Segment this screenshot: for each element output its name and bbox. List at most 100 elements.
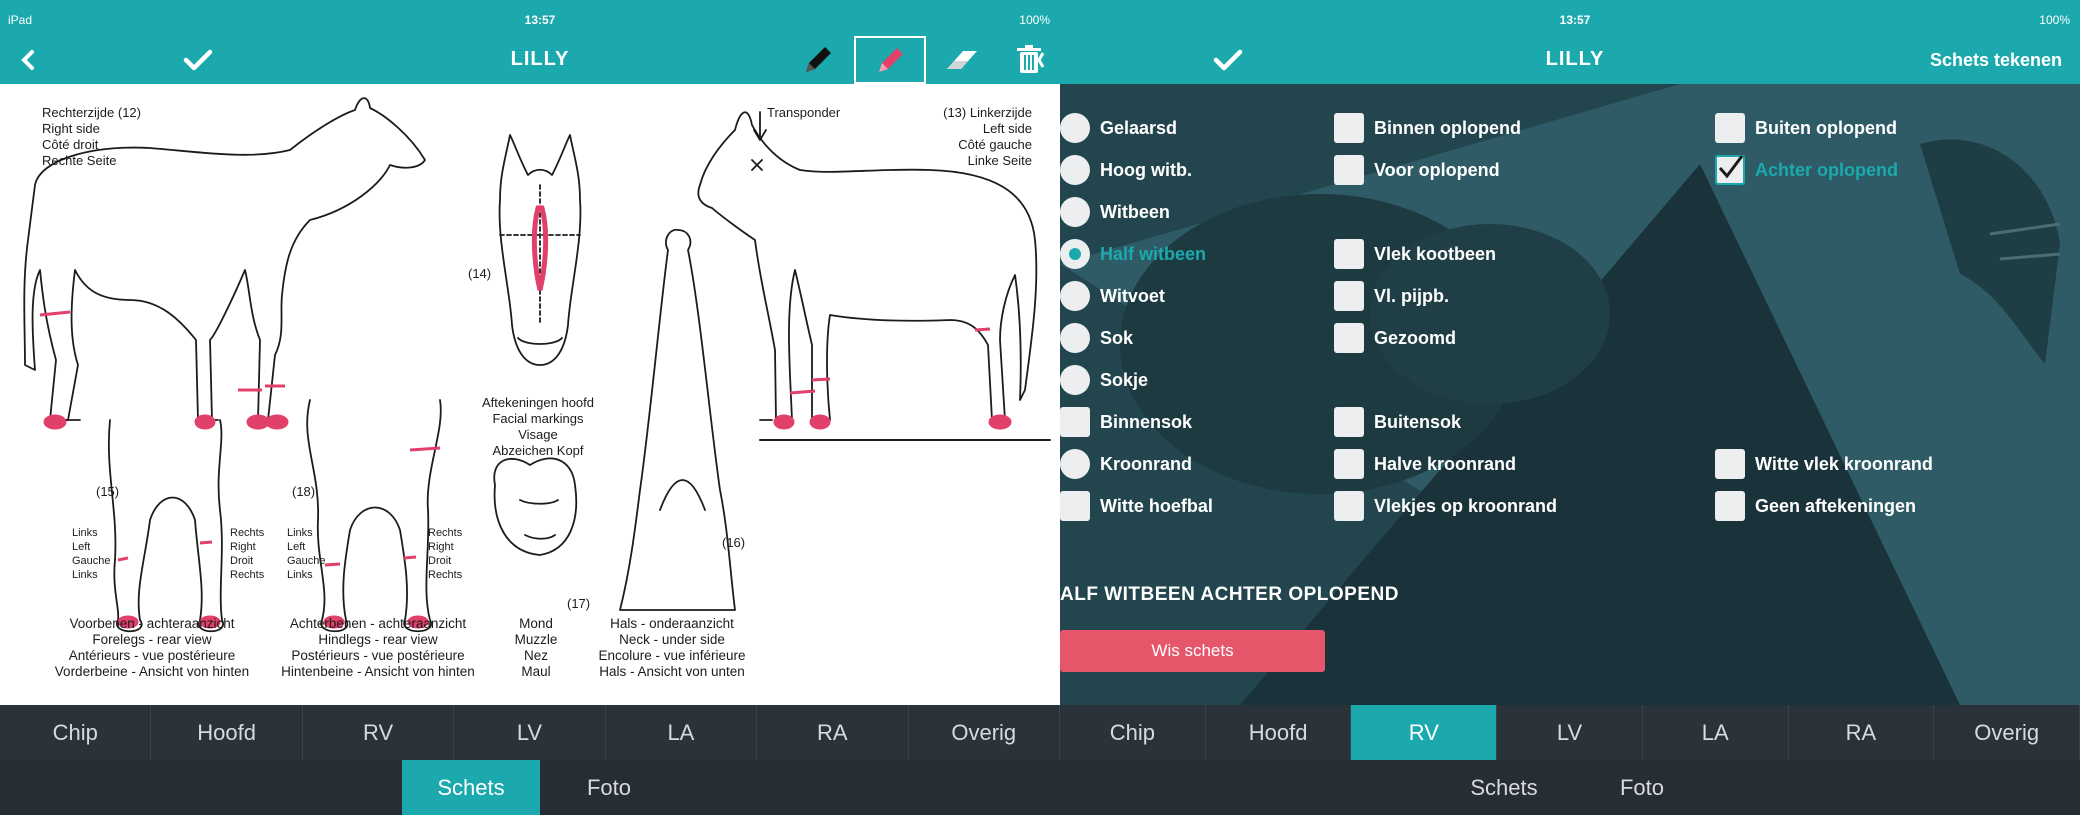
pen-icon	[806, 47, 831, 72]
page-title: LILLY	[510, 48, 570, 70]
svg-text:Rechts: Rechts	[428, 527, 463, 539]
back-button[interactable]	[10, 42, 46, 78]
checkbox[interactable]	[1334, 323, 1364, 353]
option-hoog-witb[interactable]: Hoog witb.	[1060, 152, 1192, 188]
delete-button[interactable]	[1000, 36, 1060, 84]
option-vlek-kootbeen[interactable]: Vlek kootbeen	[1334, 236, 1496, 272]
svg-text:Nez: Nez	[524, 648, 548, 663]
svg-text:Links: Links	[72, 527, 98, 539]
tab-chip[interactable]: Chip	[1060, 705, 1206, 760]
option-binnen-oplopend[interactable]: Binnen oplopend	[1334, 110, 1521, 146]
checkbox[interactable]	[1334, 491, 1364, 521]
svg-text:Rechts: Rechts	[428, 569, 463, 581]
tab-la[interactable]: LA	[1643, 705, 1789, 760]
radio-button[interactable]	[1060, 155, 1090, 185]
option-gelaarsd[interactable]: Gelaarsd	[1060, 110, 1177, 146]
draw-sketch-button[interactable]: Schets tekenen	[1930, 50, 2062, 71]
radio-button[interactable]	[1060, 365, 1090, 395]
option-witbeen[interactable]: Witbeen	[1060, 194, 1170, 230]
eraser-tool-button[interactable]	[926, 36, 998, 84]
svg-text:Facial markings: Facial markings	[492, 411, 584, 426]
checkbox[interactable]	[1060, 407, 1090, 437]
tab-rv[interactable]: RV	[303, 705, 455, 760]
svg-text:Côté gauche: Côté gauche	[958, 137, 1032, 152]
option-buiten-oplopend[interactable]: Buiten oplopend	[1715, 110, 1897, 146]
checkbox[interactable]	[1715, 113, 1745, 143]
svg-text:Rechts: Rechts	[230, 569, 265, 581]
checkbox[interactable]	[1715, 491, 1745, 521]
option-witte-vlek-kroonrand[interactable]: Witte vlek kroonrand	[1715, 446, 1933, 482]
tab-ra[interactable]: RA	[757, 705, 909, 760]
option-gezoomd[interactable]: Gezoomd	[1334, 320, 1456, 356]
checkbox[interactable]	[1334, 407, 1364, 437]
checkbox[interactable]	[1334, 449, 1364, 479]
horse-markings-diagram[interactable]: Rechterzijde (12) Right side Côté droit …	[0, 90, 1060, 705]
checkbox[interactable]	[1334, 239, 1364, 269]
tab-overig[interactable]: Overig	[909, 705, 1060, 760]
option-sok[interactable]: Sok	[1060, 320, 1133, 356]
radio-button[interactable]	[1060, 281, 1090, 311]
left-side-label-nl: (13) Linkerzijde	[943, 105, 1032, 120]
tab-la[interactable]: LA	[606, 705, 758, 760]
svg-text:Hals - Ansicht von unten: Hals - Ansicht von unten	[599, 664, 745, 679]
tab-hoofd[interactable]: Hoofd	[1206, 705, 1352, 760]
checkbox[interactable]	[1060, 491, 1090, 521]
tab-lv[interactable]: LV	[1497, 705, 1643, 760]
option-buitensok[interactable]: Buitensok	[1334, 404, 1461, 440]
option-witte-hoefbal[interactable]: Witte hoefbal	[1060, 488, 1213, 524]
confirm-button[interactable]	[180, 42, 216, 78]
markings-sketch[interactable]: Rechterzijde (12) Right side Côté droit …	[0, 90, 1060, 705]
chevron-left-icon	[21, 50, 34, 70]
option-voor-oplopend[interactable]: Voor oplopend	[1334, 152, 1500, 188]
option-vlekjes-op-kroonrand[interactable]: Vlekjes op kroonrand	[1334, 488, 1557, 524]
option-kroonrand[interactable]: Kroonrand	[1060, 446, 1192, 482]
pen-tool-button[interactable]	[782, 36, 854, 84]
checkbox[interactable]	[1334, 155, 1364, 185]
tab-overig[interactable]: Overig	[1934, 705, 2080, 760]
subtab-foto[interactable]: Foto	[1573, 760, 1711, 815]
svg-text:Visage: Visage	[518, 427, 558, 442]
hindlegs-caption: Achterbenen - achteraanzicht	[290, 616, 467, 631]
option-sokje[interactable]: Sokje	[1060, 362, 1148, 398]
checkbox[interactable]	[1334, 113, 1364, 143]
radio-button-selected[interactable]	[1060, 239, 1090, 269]
svg-text:Maul: Maul	[521, 664, 550, 679]
radio-button[interactable]	[1060, 113, 1090, 143]
svg-text:Neck - under side: Neck - under side	[619, 632, 725, 647]
selection-summary: ALF WITBEEN ACHTER OPLOPEND	[1060, 584, 1399, 605]
radio-button[interactable]	[1060, 449, 1090, 479]
option-half-witbeen[interactable]: Half witbeen	[1060, 236, 1206, 272]
svg-text:Rechte Seite: Rechte Seite	[42, 153, 116, 168]
option-geen-aftekeningen[interactable]: Geen aftekeningen	[1715, 488, 1916, 524]
option-witvoet[interactable]: Witvoet	[1060, 278, 1165, 314]
option-achter-oplopend[interactable]: Achter oplopend	[1715, 152, 1898, 188]
subtab-foto[interactable]: Foto	[540, 760, 678, 815]
tab-lv[interactable]: LV	[454, 705, 606, 760]
tab-chip[interactable]: Chip	[0, 705, 152, 760]
clear-sketch-button[interactable]: Wis schets	[1060, 630, 1325, 672]
radio-button[interactable]	[1060, 197, 1090, 227]
confirm-button[interactable]	[1210, 42, 1246, 78]
subtab-schets[interactable]: Schets	[402, 760, 540, 815]
tab-hoofd[interactable]: Hoofd	[151, 705, 303, 760]
option-vl-pijpb[interactable]: Vl. pijpb.	[1334, 278, 1449, 314]
forelegs-number: (15)	[96, 484, 119, 499]
marker-tool-button[interactable]	[854, 36, 926, 84]
tab-rv[interactable]: RV	[1351, 705, 1498, 760]
trash-icon	[1017, 45, 1045, 73]
checkbox-checked[interactable]	[1715, 155, 1745, 185]
svg-text:Linke Seite: Linke Seite	[968, 153, 1032, 168]
marker-icon	[879, 48, 903, 72]
hindlegs-number: (18)	[292, 484, 315, 499]
subtab-schets[interactable]: Schets	[1435, 760, 1573, 815]
checkbox[interactable]	[1715, 449, 1745, 479]
option-binnensok[interactable]: Binnensok	[1060, 404, 1192, 440]
nav-bar: LILLY Schets tekenen	[1060, 36, 2080, 84]
muzzle-view	[493, 457, 578, 556]
checkmark-icon	[1718, 155, 1744, 179]
tab-ra[interactable]: RA	[1789, 705, 1935, 760]
option-halve-kroonrand[interactable]: Halve kroonrand	[1334, 446, 1516, 482]
svg-text:Left: Left	[72, 541, 90, 553]
checkbox[interactable]	[1334, 281, 1364, 311]
radio-button[interactable]	[1060, 323, 1090, 353]
